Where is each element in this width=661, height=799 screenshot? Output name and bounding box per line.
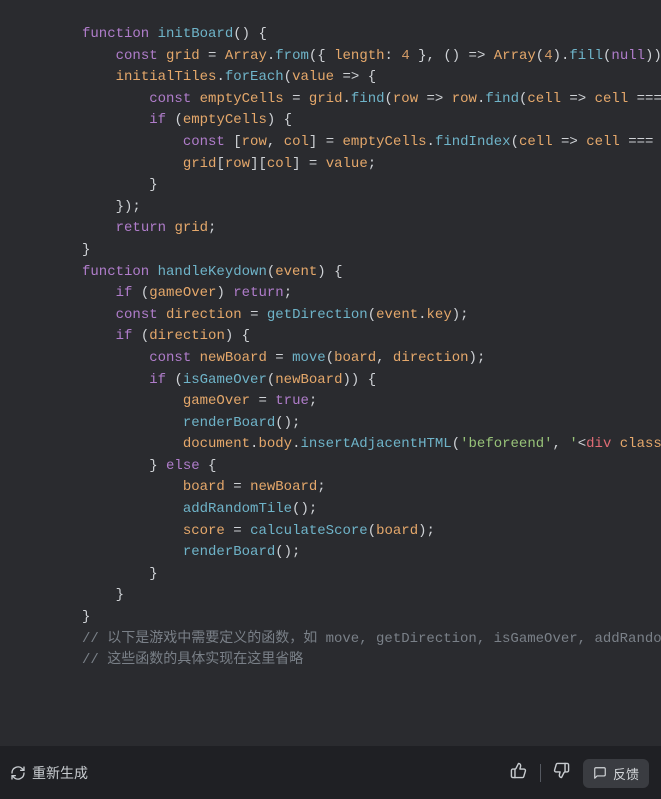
thumbs-down-button[interactable] [549, 760, 575, 786]
feedback-button[interactable]: 反馈 [583, 759, 649, 788]
code-line: const grid = Array.from({ length: 4 }, (… [0, 46, 661, 68]
code-line: board = newBoard; [0, 477, 661, 499]
thumbs-down-icon [553, 762, 570, 784]
code-line: function handleKeydown(event) { [0, 262, 661, 284]
thumbs-up-icon [510, 762, 527, 784]
separator [540, 764, 541, 782]
regenerate-label: 重新生成 [32, 763, 88, 783]
feedback-label: 反馈 [613, 764, 639, 783]
code-line: // 这些函数的具体实现在这里省略 [0, 650, 661, 672]
code-line: renderBoard(); [0, 413, 661, 435]
code-line: initialTiles.forEach(value => { [0, 67, 661, 89]
code-line: renderBoard(); [0, 542, 661, 564]
code-line: const direction = getDirection(event.key… [0, 305, 661, 327]
code-line: // 以下是游戏中需要定义的函数，如 move, getDirection, i… [0, 629, 661, 651]
code-line: } [0, 585, 661, 607]
code-line: const newBoard = move(board, direction); [0, 348, 661, 370]
code-line: } else { [0, 456, 661, 478]
code-container: function initBoard() { const grid = Arra… [0, 0, 661, 746]
regenerate-button[interactable]: 重新生成 [10, 763, 88, 783]
code-line: score = calculateScore(board); [0, 521, 661, 543]
code-line: if (isGameOver(newBoard)) { [0, 370, 661, 392]
footer-bar: 重新生成 反馈 [0, 746, 661, 799]
feedback-icon [593, 766, 607, 780]
code-line: if (direction) { [0, 326, 661, 348]
thumbs-up-button[interactable] [506, 760, 532, 786]
code-line: } [0, 175, 661, 197]
code-line: addRandomTile(); [0, 499, 661, 521]
regenerate-icon [10, 765, 26, 781]
code-block[interactable]: function initBoard() { const grid = Arra… [0, 24, 661, 672]
code-line: const emptyCells = grid.find(row => row.… [0, 89, 661, 111]
code-line: return grid; [0, 218, 661, 240]
code-line: }); [0, 197, 661, 219]
code-line: if (gameOver) return; [0, 283, 661, 305]
code-line: const [row, col] = emptyCells.findIndex(… [0, 132, 661, 154]
code-line: } [0, 607, 661, 629]
code-line: } [0, 564, 661, 586]
code-line: gameOver = true; [0, 391, 661, 413]
code-line: if (emptyCells) { [0, 110, 661, 132]
code-line: grid[row][col] = value; [0, 154, 661, 176]
code-line: document.body.insertAdjacentHTML('before… [0, 434, 661, 456]
code-line: } [0, 240, 661, 262]
code-line: function initBoard() { [0, 24, 661, 46]
